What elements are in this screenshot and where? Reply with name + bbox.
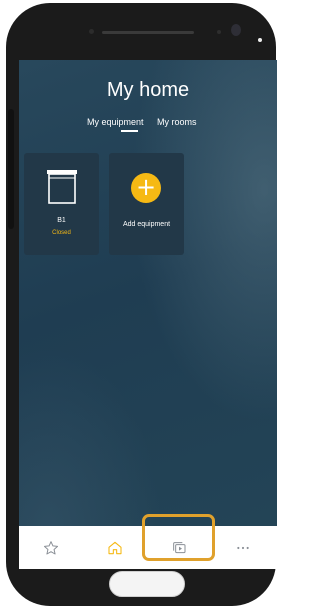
- star-icon: [43, 540, 59, 554]
- side-button: [8, 109, 14, 229]
- status-led: [258, 38, 262, 42]
- nav-favorites[interactable]: [19, 526, 83, 569]
- equipment-name: B1: [57, 217, 66, 224]
- add-equipment-card[interactable]: + Add equipment: [109, 153, 184, 255]
- app-screen: My home My equipment My rooms B1 Closed …: [19, 60, 277, 569]
- nav-more[interactable]: [211, 526, 275, 569]
- earpiece-speaker: [102, 31, 194, 34]
- highlight-annotation: [142, 514, 215, 561]
- active-tab-indicator: [121, 130, 138, 132]
- front-sensor: [217, 30, 221, 34]
- equipment-status: Closed: [52, 230, 71, 236]
- equipment-card-b1[interactable]: B1 Closed: [24, 153, 99, 255]
- page-title: My home: [106, 79, 190, 101]
- tab-my-rooms[interactable]: My rooms: [157, 117, 197, 127]
- more-icon: [237, 546, 249, 549]
- home-icon: [108, 541, 122, 554]
- plus-icon: +: [131, 173, 161, 203]
- nav-home[interactable]: [83, 526, 147, 569]
- phone-home-button[interactable]: [109, 571, 185, 597]
- roller-shutter-icon: [47, 170, 77, 204]
- add-equipment-label: Add equipment: [122, 221, 171, 228]
- proximity-sensor: [89, 29, 94, 34]
- tab-my-equipment[interactable]: My equipment: [87, 117, 144, 127]
- front-camera: [231, 24, 241, 36]
